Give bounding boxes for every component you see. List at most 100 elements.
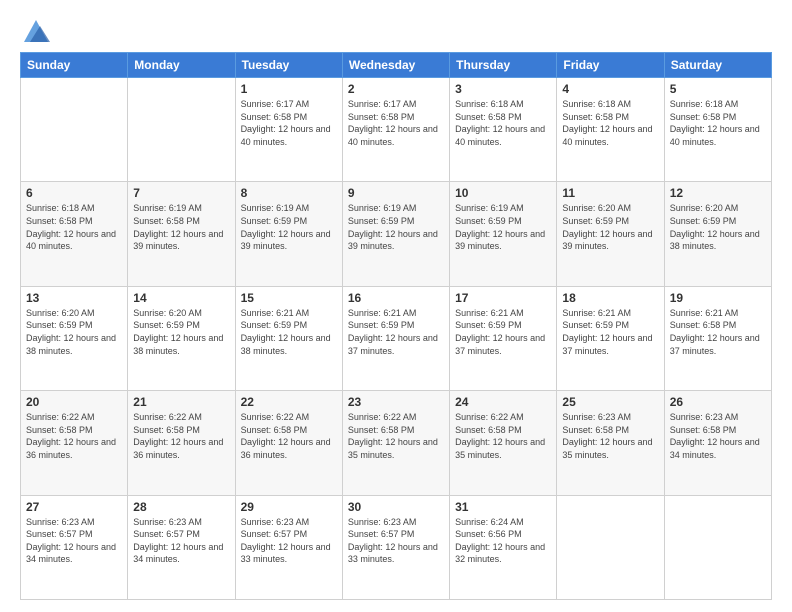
day-cell: 3 Sunrise: 6:18 AMSunset: 6:58 PMDaylight… bbox=[450, 78, 557, 182]
day-cell: 19Sunrise: 6:21 AMSunset: 6:58 PMDayligh… bbox=[664, 286, 771, 390]
day-number: 8 bbox=[241, 186, 337, 200]
day-number: 16 bbox=[348, 291, 444, 305]
day-cell: 15 Sunrise: 6:21 AMSunset: 6:59 PMDayligh… bbox=[235, 286, 342, 390]
day-cell bbox=[21, 78, 128, 182]
day-info: Sunrise: 6:22 AMSunset: 6:58 PMDaylight:… bbox=[26, 411, 122, 461]
day-number: 19 bbox=[670, 291, 766, 305]
weekday-header-friday: Friday bbox=[557, 53, 664, 78]
day-info: Sunrise: 6:19 AMSunset: 6:59 PMDaylight:… bbox=[348, 202, 444, 252]
day-number: 11 bbox=[562, 186, 658, 200]
day-cell: 9 Sunrise: 6:19 AMSunset: 6:59 PMDaylight… bbox=[342, 182, 449, 286]
day-cell bbox=[128, 78, 235, 182]
day-info: Sunrise: 6:23 AMSunset: 6:58 PMDaylight:… bbox=[670, 411, 766, 461]
weekday-header-wednesday: Wednesday bbox=[342, 53, 449, 78]
day-number: 23 bbox=[348, 395, 444, 409]
day-cell: 6 Sunrise: 6:18 AMSunset: 6:58 PMDaylight… bbox=[21, 182, 128, 286]
day-info: Sunrise: 6:19 AMSunset: 6:59 PMDaylight:… bbox=[241, 202, 337, 252]
logo bbox=[20, 16, 50, 44]
day-cell: 16 Sunrise: 6:21 AMSunset: 6:59 PMDayligh… bbox=[342, 286, 449, 390]
day-number: 22 bbox=[241, 395, 337, 409]
day-cell bbox=[557, 495, 664, 599]
day-number: 18 bbox=[562, 291, 658, 305]
day-info: Sunrise: 6:23 AMSunset: 6:57 PMDaylight:… bbox=[133, 516, 229, 566]
day-info: Sunrise: 6:24 AMSunset: 6:56 PMDaylight:… bbox=[455, 516, 551, 566]
day-number: 28 bbox=[133, 500, 229, 514]
day-number: 5 bbox=[670, 82, 766, 96]
day-number: 10 bbox=[455, 186, 551, 200]
day-number: 26 bbox=[670, 395, 766, 409]
day-cell: 5Sunrise: 6:18 AMSunset: 6:58 PMDaylight… bbox=[664, 78, 771, 182]
day-cell: 8 Sunrise: 6:19 AMSunset: 6:59 PMDaylight… bbox=[235, 182, 342, 286]
day-info: Sunrise: 6:18 AMSunset: 6:58 PMDaylight:… bbox=[455, 98, 551, 148]
weekday-header-monday: Monday bbox=[128, 53, 235, 78]
day-info: Sunrise: 6:21 AMSunset: 6:59 PMDaylight:… bbox=[348, 307, 444, 357]
weekday-header-saturday: Saturday bbox=[664, 53, 771, 78]
day-number: 20 bbox=[26, 395, 122, 409]
day-info: Sunrise: 6:23 AMSunset: 6:57 PMDaylight:… bbox=[26, 516, 122, 566]
day-info: Sunrise: 6:22 AMSunset: 6:58 PMDaylight:… bbox=[455, 411, 551, 461]
day-number: 1 bbox=[241, 82, 337, 96]
day-number: 13 bbox=[26, 291, 122, 305]
day-cell: 2Sunrise: 6:17 AMSunset: 6:58 PMDaylight… bbox=[342, 78, 449, 182]
day-number: 4 bbox=[562, 82, 658, 96]
day-cell: 23Sunrise: 6:22 AMSunset: 6:58 PMDayligh… bbox=[342, 391, 449, 495]
day-number: 24 bbox=[455, 395, 551, 409]
weekday-header-row: SundayMondayTuesdayWednesdayThursdayFrid… bbox=[21, 53, 772, 78]
day-cell bbox=[664, 495, 771, 599]
week-row-5: 27 Sunrise: 6:23 AMSunset: 6:57 PMDayligh… bbox=[21, 495, 772, 599]
week-row-2: 6 Sunrise: 6:18 AMSunset: 6:58 PMDaylight… bbox=[21, 182, 772, 286]
day-cell: 21 Sunrise: 6:22 AMSunset: 6:58 PMDayligh… bbox=[128, 391, 235, 495]
day-info: Sunrise: 6:18 AMSunset: 6:58 PMDaylight:… bbox=[26, 202, 122, 252]
day-cell: 28 Sunrise: 6:23 AMSunset: 6:57 PMDayligh… bbox=[128, 495, 235, 599]
day-number: 15 bbox=[241, 291, 337, 305]
calendar-table: SundayMondayTuesdayWednesdayThursdayFrid… bbox=[20, 52, 772, 600]
week-row-4: 20 Sunrise: 6:22 AMSunset: 6:58 PMDayligh… bbox=[21, 391, 772, 495]
day-info: Sunrise: 6:23 AMSunset: 6:57 PMDaylight:… bbox=[348, 516, 444, 566]
day-info: Sunrise: 6:22 AMSunset: 6:58 PMDaylight:… bbox=[133, 411, 229, 461]
day-number: 12 bbox=[670, 186, 766, 200]
day-number: 21 bbox=[133, 395, 229, 409]
day-cell: 1 Sunrise: 6:17 AMSunset: 6:58 PMDaylight… bbox=[235, 78, 342, 182]
day-number: 2 bbox=[348, 82, 444, 96]
day-cell: 18Sunrise: 6:21 AMSunset: 6:59 PMDayligh… bbox=[557, 286, 664, 390]
day-info: Sunrise: 6:19 AMSunset: 6:59 PMDaylight:… bbox=[455, 202, 551, 252]
day-cell: 25Sunrise: 6:23 AMSunset: 6:58 PMDayligh… bbox=[557, 391, 664, 495]
day-number: 31 bbox=[455, 500, 551, 514]
day-number: 6 bbox=[26, 186, 122, 200]
day-info: Sunrise: 6:17 AMSunset: 6:58 PMDaylight:… bbox=[241, 98, 337, 148]
weekday-header-thursday: Thursday bbox=[450, 53, 557, 78]
logo-icon bbox=[22, 16, 50, 44]
day-info: Sunrise: 6:18 AMSunset: 6:58 PMDaylight:… bbox=[562, 98, 658, 148]
day-info: Sunrise: 6:20 AMSunset: 6:59 PMDaylight:… bbox=[670, 202, 766, 252]
day-cell: 4 Sunrise: 6:18 AMSunset: 6:58 PMDaylight… bbox=[557, 78, 664, 182]
day-info: Sunrise: 6:20 AMSunset: 6:59 PMDaylight:… bbox=[133, 307, 229, 357]
day-cell: 7 Sunrise: 6:19 AMSunset: 6:58 PMDaylight… bbox=[128, 182, 235, 286]
day-number: 27 bbox=[26, 500, 122, 514]
day-cell: 10 Sunrise: 6:19 AMSunset: 6:59 PMDayligh… bbox=[450, 182, 557, 286]
day-info: Sunrise: 6:23 AMSunset: 6:57 PMDaylight:… bbox=[241, 516, 337, 566]
day-number: 30 bbox=[348, 500, 444, 514]
day-number: 3 bbox=[455, 82, 551, 96]
day-info: Sunrise: 6:19 AMSunset: 6:58 PMDaylight:… bbox=[133, 202, 229, 252]
week-row-3: 13 Sunrise: 6:20 AMSunset: 6:59 PMDayligh… bbox=[21, 286, 772, 390]
day-info: Sunrise: 6:20 AMSunset: 6:59 PMDaylight:… bbox=[26, 307, 122, 357]
day-number: 9 bbox=[348, 186, 444, 200]
day-number: 25 bbox=[562, 395, 658, 409]
day-info: Sunrise: 6:21 AMSunset: 6:59 PMDaylight:… bbox=[241, 307, 337, 357]
day-cell: 30 Sunrise: 6:23 AMSunset: 6:57 PMDayligh… bbox=[342, 495, 449, 599]
day-number: 7 bbox=[133, 186, 229, 200]
day-number: 29 bbox=[241, 500, 337, 514]
day-cell: 20 Sunrise: 6:22 AMSunset: 6:58 PMDayligh… bbox=[21, 391, 128, 495]
day-cell: 24 Sunrise: 6:22 AMSunset: 6:58 PMDayligh… bbox=[450, 391, 557, 495]
day-info: Sunrise: 6:20 AMSunset: 6:59 PMDaylight:… bbox=[562, 202, 658, 252]
day-cell: 14 Sunrise: 6:20 AMSunset: 6:59 PMDayligh… bbox=[128, 286, 235, 390]
day-cell: 11 Sunrise: 6:20 AMSunset: 6:59 PMDayligh… bbox=[557, 182, 664, 286]
day-cell: 31 Sunrise: 6:24 AMSunset: 6:56 PMDayligh… bbox=[450, 495, 557, 599]
day-cell: 17Sunrise: 6:21 AMSunset: 6:59 PMDayligh… bbox=[450, 286, 557, 390]
day-info: Sunrise: 6:22 AMSunset: 6:58 PMDaylight:… bbox=[241, 411, 337, 461]
calendar-page: SundayMondayTuesdayWednesdayThursdayFrid… bbox=[0, 0, 792, 612]
day-cell: 22 Sunrise: 6:22 AMSunset: 6:58 PMDayligh… bbox=[235, 391, 342, 495]
day-cell: 29 Sunrise: 6:23 AMSunset: 6:57 PMDayligh… bbox=[235, 495, 342, 599]
day-number: 14 bbox=[133, 291, 229, 305]
day-cell: 27 Sunrise: 6:23 AMSunset: 6:57 PMDayligh… bbox=[21, 495, 128, 599]
